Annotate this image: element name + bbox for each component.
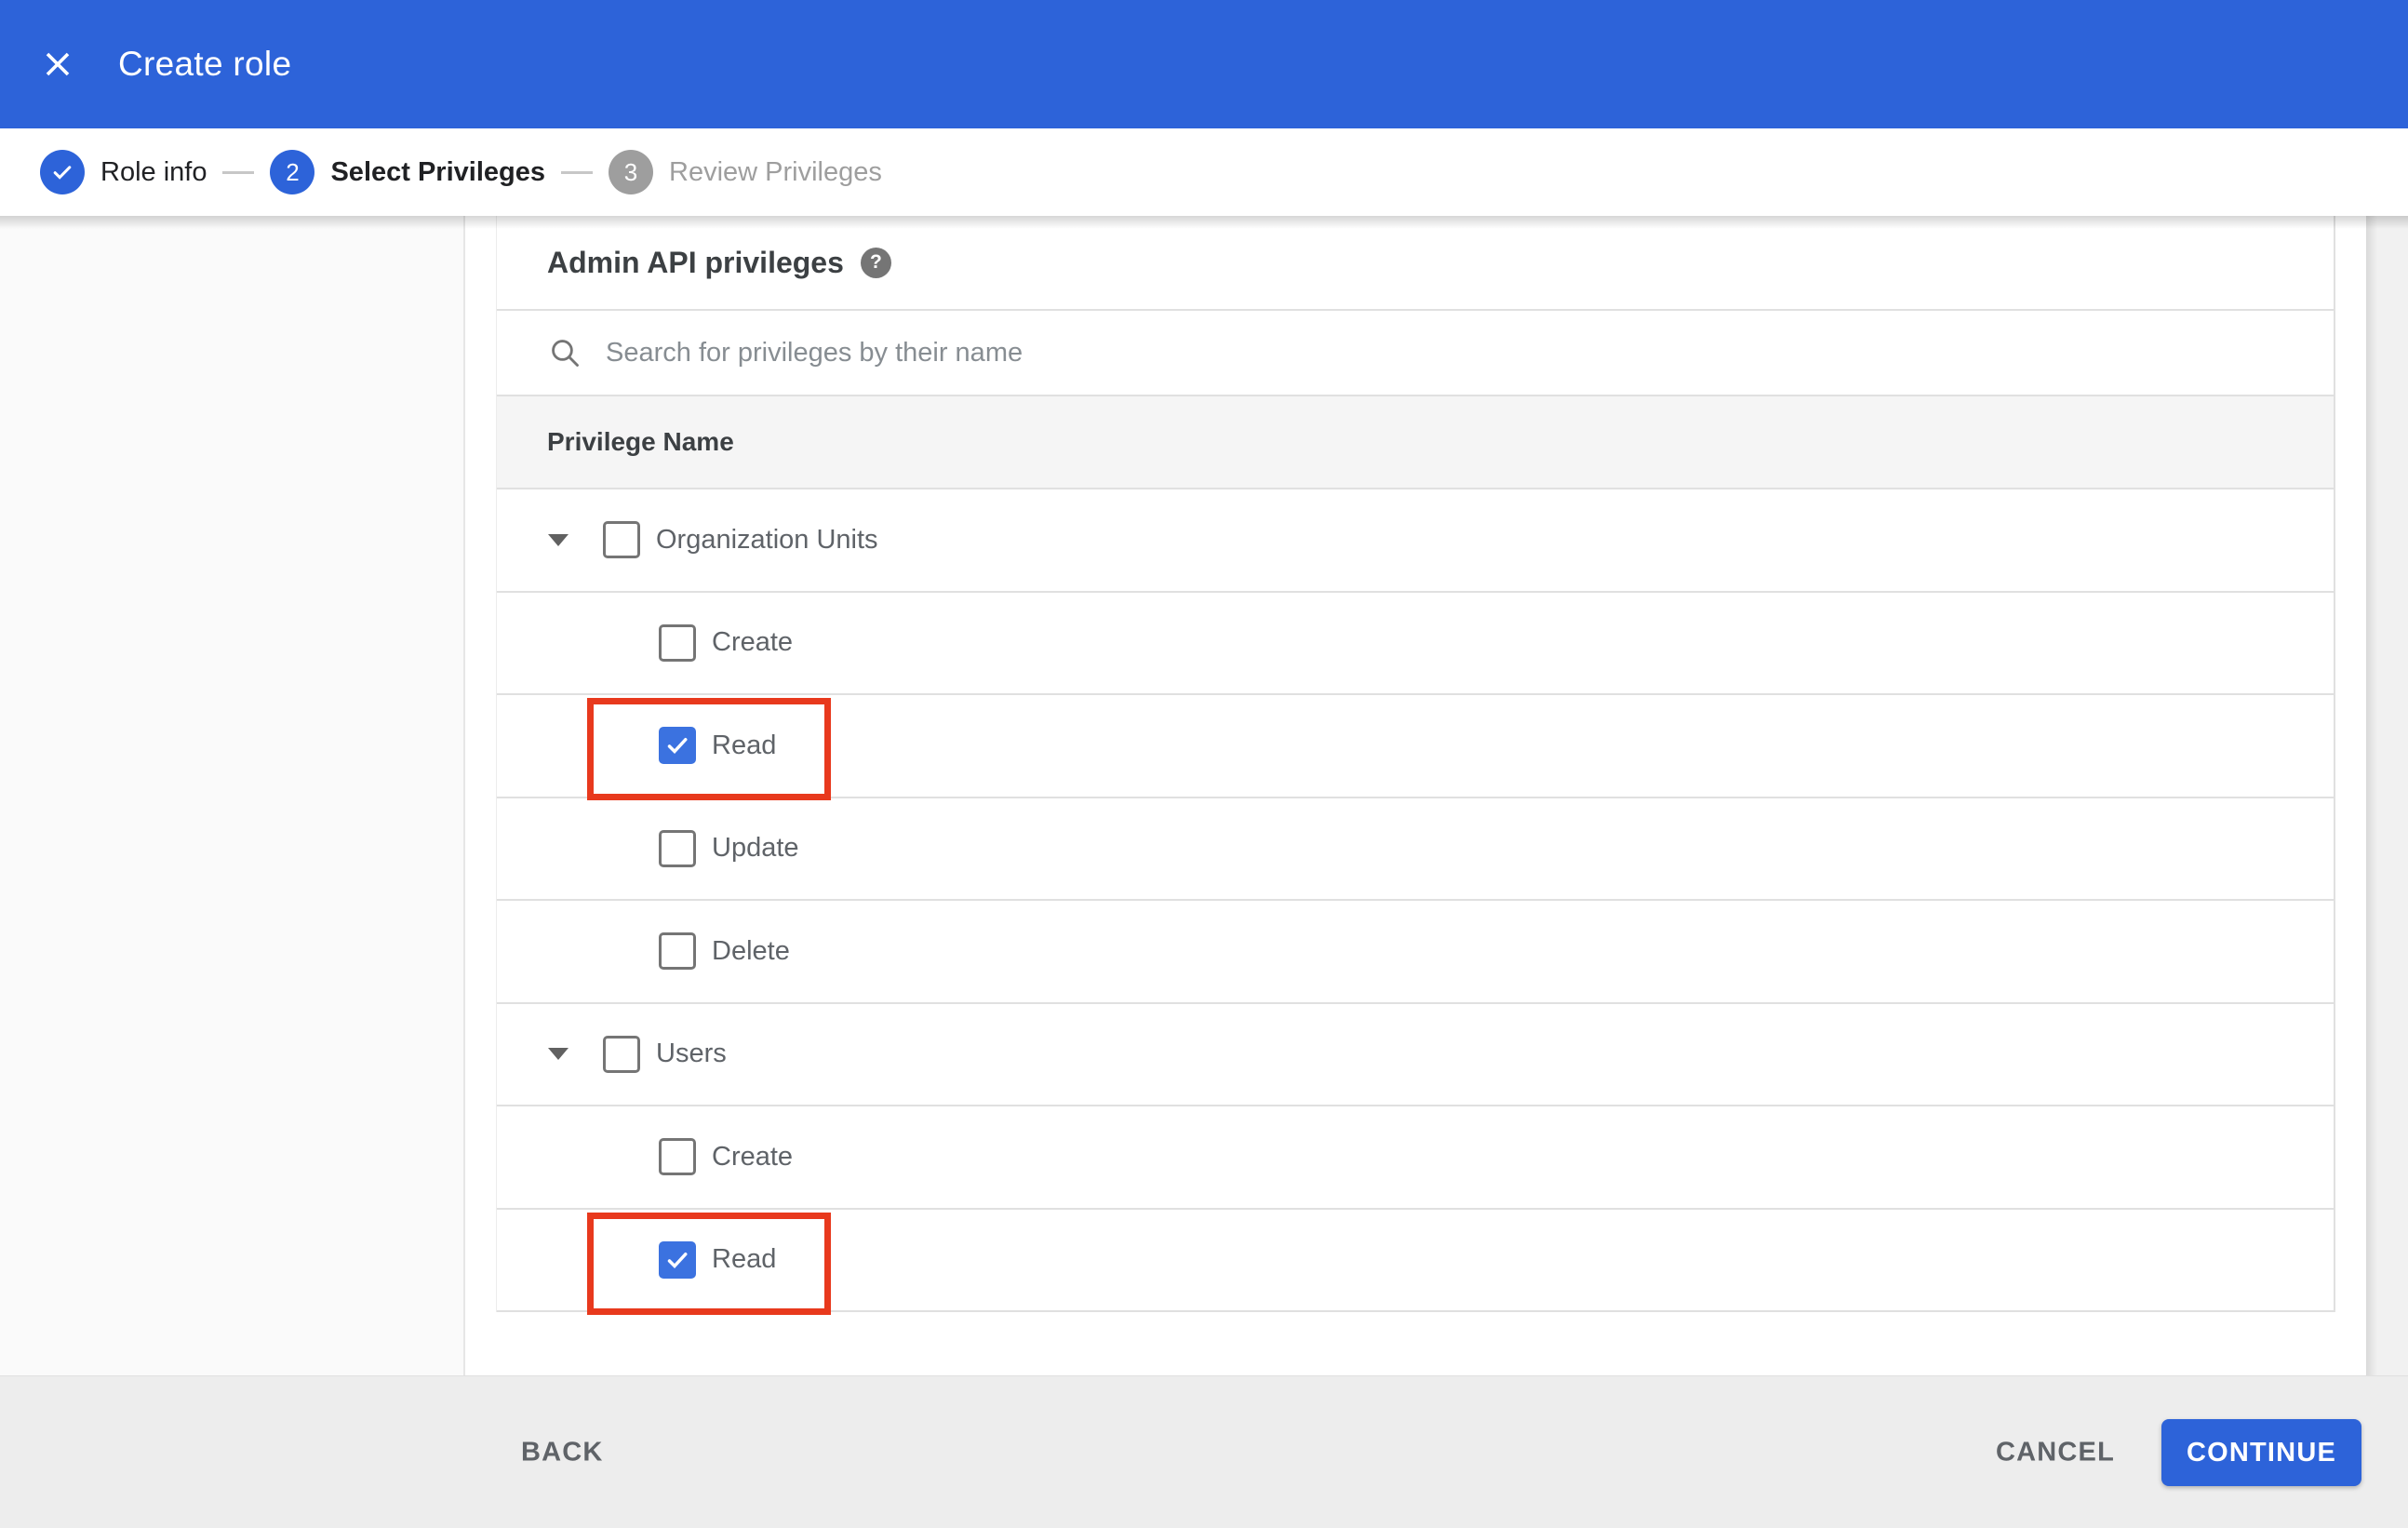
privilege-row[interactable]: Create (497, 1106, 2334, 1210)
step-separator (561, 170, 593, 174)
section-title: Admin API privileges (547, 245, 844, 279)
privilege-table-body: Organization Units Create Read Update Delete… (497, 489, 2334, 1315)
help-icon[interactable]: ? (860, 247, 891, 278)
privilege-row[interactable]: Create (497, 593, 2334, 695)
section-title-block: Admin API privileges ? (497, 216, 2334, 311)
step-role-info[interactable]: Role info (40, 150, 207, 194)
privilege-row[interactable]: Read (497, 695, 2334, 800)
checkbox-unchecked[interactable] (603, 1035, 640, 1073)
checkbox-unchecked[interactable] (659, 829, 696, 867)
privilege-label: Create (712, 627, 794, 658)
privilege-label: Read (712, 730, 777, 760)
privilege-group-label: Organization Units (656, 524, 878, 555)
step-completed-check-icon (40, 150, 85, 194)
privilege-label: Update (712, 833, 799, 864)
privilege-label: Read (712, 1244, 777, 1275)
step-label: Select Privileges (330, 156, 545, 187)
checkbox-unchecked[interactable] (603, 521, 640, 559)
privileges-panel: Admin API privileges ? Privilege Name Or… (496, 216, 2335, 1315)
column-header: Privilege Name (547, 427, 734, 456)
step-select-privileges[interactable]: 2 Select Privileges (270, 150, 545, 194)
privilege-row[interactable]: Delete (497, 901, 2334, 1004)
collapse-caret-icon[interactable] (548, 1048, 569, 1061)
step-number: 3 (609, 150, 653, 194)
dialog-header: Create role (0, 0, 2408, 128)
cancel-button[interactable]: CANCEL (1996, 1437, 2115, 1468)
step-number: 2 (270, 150, 315, 194)
privilege-search-row (497, 311, 2334, 396)
step-label: Role info (100, 156, 207, 187)
wizard-stepper: Role info 2 Select Privileges 3 Review P… (0, 128, 2408, 216)
privilege-search-input[interactable] (606, 337, 2001, 369)
checkbox-checked[interactable] (659, 1240, 696, 1279)
privilege-group-row[interactable]: Users (497, 1004, 2334, 1106)
privilege-label: Delete (712, 935, 790, 966)
create-role-dialog: Create role Role info 2 Select Privilege… (0, 0, 2408, 1528)
dialog-title: Create role (118, 45, 292, 83)
scrollbar-track[interactable] (2366, 216, 2408, 1375)
step-label: Review Privileges (669, 156, 882, 187)
highlight-box (587, 698, 831, 800)
checkbox-unchecked[interactable] (659, 1138, 696, 1176)
table-header-row: Privilege Name (497, 396, 2334, 489)
step-review-privileges[interactable]: 3 Review Privileges (609, 150, 882, 194)
privilege-row[interactable]: Update (497, 798, 2334, 901)
privilege-row[interactable]: Read (497, 1210, 2334, 1315)
privilege-group-label: Users (656, 1039, 727, 1069)
checkbox-unchecked[interactable] (659, 623, 696, 662)
privilege-label: Create (712, 1141, 794, 1172)
privilege-group-row[interactable]: Organization Units (497, 489, 2334, 593)
checkbox-unchecked[interactable] (659, 932, 696, 971)
close-icon[interactable] (42, 48, 74, 80)
highlight-box (587, 1212, 831, 1315)
back-button[interactable]: BACK (521, 1437, 604, 1468)
continue-button[interactable]: CONTINUE (2161, 1419, 2361, 1486)
empty-left-panel (0, 216, 465, 1375)
step-separator (222, 170, 255, 174)
search-icon (552, 340, 579, 367)
checkbox-checked[interactable] (659, 727, 696, 765)
collapse-caret-icon[interactable] (548, 533, 569, 546)
dialog-footer: BACK CANCEL CONTINUE (0, 1375, 2408, 1528)
